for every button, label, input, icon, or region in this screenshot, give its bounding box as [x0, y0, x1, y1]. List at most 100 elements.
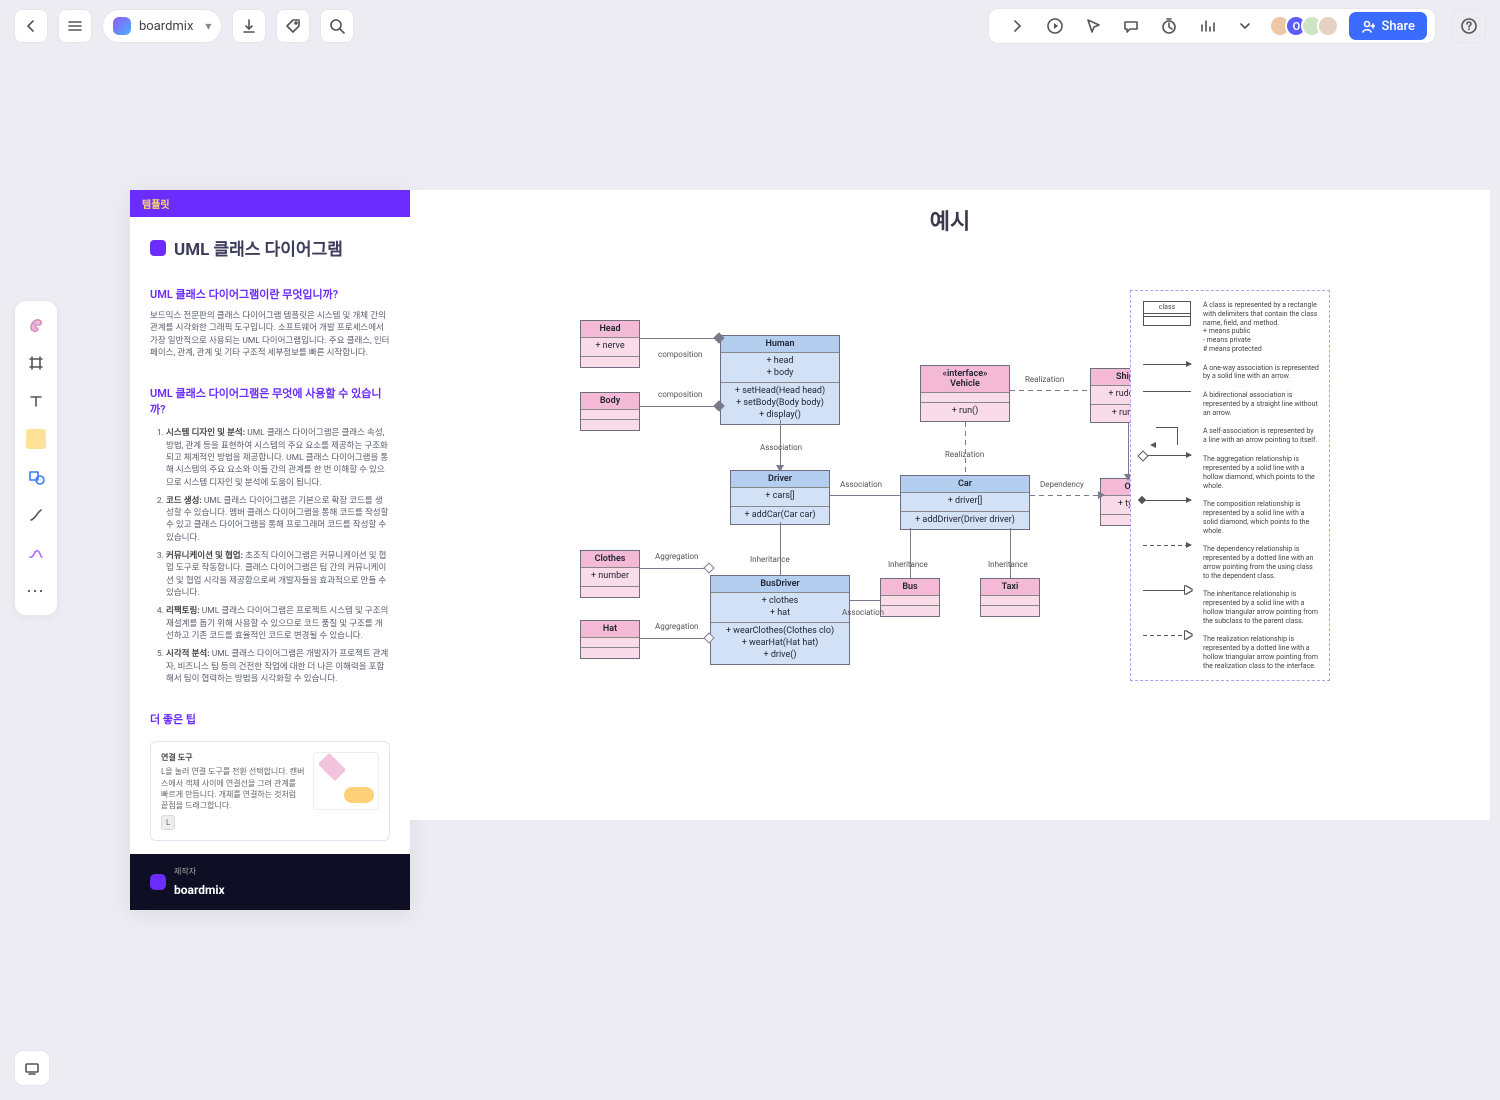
info-tip-box: 연결 도구 L을 눌러 연결 도구를 전환 선택합니다. 캔버스에서 객체 사이…	[150, 741, 390, 841]
connector[interactable]	[640, 568, 710, 569]
menu-button[interactable]	[58, 9, 92, 43]
timer-button[interactable]	[1155, 12, 1183, 40]
chevron-right-icon	[1008, 17, 1026, 35]
palette-icon	[27, 316, 45, 334]
label-aggregation2: Aggregation	[655, 622, 698, 631]
label-association1: Association	[760, 443, 802, 452]
timer-icon	[1160, 17, 1178, 35]
tip-key: L	[161, 815, 175, 830]
connector[interactable]	[830, 495, 900, 496]
help-button[interactable]	[1452, 9, 1486, 43]
back-button[interactable]	[14, 9, 48, 43]
connector-icon	[27, 506, 45, 524]
info-panel-title-row: UML 클래스 다이어그램	[150, 235, 390, 260]
share-button[interactable]: Share	[1349, 12, 1427, 40]
connector[interactable]	[640, 406, 720, 407]
canvas[interactable]: 템플릿 UML 클래스 다이어그램 UML 클래스 다이어그램이란 무엇입니까?…	[0, 0, 1500, 1100]
class-human[interactable]: Human + head + body + setHead(Head head)…	[720, 335, 840, 425]
cursor-button[interactable]	[1079, 12, 1107, 40]
left-toolbar: ⋯	[14, 300, 58, 616]
legend-aggregation-icon	[1143, 455, 1191, 456]
class-head[interactable]: Head + nerve	[580, 320, 640, 368]
class-driver[interactable]: Driver + cars[] + addCar(Car car)	[730, 470, 830, 525]
legend-self: A self-association is represented by a l…	[1203, 427, 1319, 445]
pages-button[interactable]	[14, 1050, 50, 1086]
expand-button[interactable]	[1003, 12, 1031, 40]
search-icon	[328, 17, 346, 35]
tag-button[interactable]	[276, 9, 310, 43]
file-chip[interactable]: boardmix ▾	[102, 9, 222, 43]
info-footer-label: 제작자	[174, 866, 225, 877]
search-button[interactable]	[320, 9, 354, 43]
chevron-down-icon: ▾	[205, 19, 211, 33]
tip-thumbnail-icon	[313, 752, 379, 810]
connector[interactable]	[640, 638, 710, 639]
tool-connector[interactable]	[20, 499, 52, 531]
tip-body: L을 눌러 연결 도구를 전환 선택합니다. 캔버스에서 객체 사이에 연결선을…	[161, 766, 305, 811]
legend-oneway: A one-way association is represented by …	[1203, 364, 1319, 382]
connector[interactable]	[1010, 528, 1011, 578]
more-top-button[interactable]	[1231, 12, 1259, 40]
play-button[interactable]	[1041, 12, 1069, 40]
chevron-down-icon	[1236, 17, 1254, 35]
info-panel-title: UML 클래스 다이어그램	[174, 235, 343, 260]
legend-inheritance-icon	[1143, 590, 1191, 591]
connector[interactable]	[1128, 422, 1129, 478]
label-dependency: Dependency	[1040, 480, 1084, 489]
legend-composition-icon	[1143, 500, 1191, 501]
tool-shape[interactable]	[20, 461, 52, 493]
class-body[interactable]: Body	[580, 392, 640, 431]
class-bus[interactable]: Bus	[880, 578, 940, 617]
legend-oneway-icon	[1143, 364, 1191, 365]
connector[interactable]	[910, 528, 911, 578]
label-realization1: Realization	[1025, 375, 1064, 384]
label-association3: Association	[842, 608, 884, 617]
info-tip-title: 더 좋은 팁	[150, 711, 390, 727]
avatar[interactable]	[1317, 15, 1339, 37]
info-panel-tag: 템플릿	[130, 190, 410, 217]
class-busdriver[interactable]: BusDriver + clothes + hat + wearClothes(…	[710, 575, 850, 665]
legend-class-icon: class	[1143, 301, 1191, 326]
connector[interactable]	[640, 338, 720, 339]
legend-bidir-icon	[1143, 391, 1191, 392]
connector[interactable]	[780, 522, 781, 575]
tool-shapes[interactable]	[20, 309, 52, 341]
connector-dashed[interactable]	[1010, 390, 1090, 391]
connector[interactable]	[850, 600, 880, 601]
download-button[interactable]	[232, 9, 266, 43]
tool-curve[interactable]	[20, 537, 52, 569]
info-footer: 제작자 boardmix	[130, 854, 410, 910]
presence-avatars[interactable]: O	[1269, 15, 1339, 37]
comment-button[interactable]	[1117, 12, 1145, 40]
info-q1-body: 보드믹스 전문판의 클래스 다이어그램 템플릿은 시스템 및 개체 간의 관계를…	[150, 310, 390, 359]
info-q1-title: UML 클래스 다이어그램이란 무엇입니까?	[150, 286, 390, 302]
tool-frame[interactable]	[20, 347, 52, 379]
comment-icon	[1122, 17, 1140, 35]
tool-more[interactable]: ⋯	[20, 575, 52, 607]
info-panel: 템플릿 UML 클래스 다이어그램 UML 클래스 다이어그램이란 무엇입니까?…	[130, 190, 410, 910]
class-clothes[interactable]: Clothes + number	[580, 550, 640, 598]
legend-comp: The composition relationship is represen…	[1203, 500, 1319, 535]
tool-sticky[interactable]	[26, 429, 46, 449]
share-label: Share	[1381, 19, 1415, 34]
legend-class-desc: A class is represented by a rectangle wi…	[1203, 301, 1319, 354]
curve-icon	[27, 544, 45, 562]
file-name: boardmix	[139, 19, 193, 34]
label-realization2: Realization	[945, 450, 984, 459]
class-taxi[interactable]: Taxi	[980, 578, 1040, 617]
legend-self-icon	[1156, 427, 1178, 445]
topbar: boardmix ▾ O Share	[0, 0, 1500, 52]
legend-card[interactable]: class A class is represented by a rectan…	[1130, 290, 1330, 681]
connector-dashed[interactable]	[1030, 495, 1100, 496]
legend-agg: The aggregation relationship is represen…	[1203, 455, 1319, 490]
tool-text[interactable]	[20, 385, 52, 417]
connector-dashed[interactable]	[965, 422, 966, 475]
info-footer-brand: boardmix	[174, 883, 225, 897]
class-vehicle[interactable]: «interface» Vehicle + run()	[920, 365, 1010, 422]
class-hat[interactable]: Hat	[580, 620, 640, 659]
chart-button[interactable]	[1193, 12, 1221, 40]
arrowhead-down-icon	[776, 465, 784, 472]
legend-inh: The inheritance relationship is represen…	[1203, 590, 1319, 625]
class-car[interactable]: Car + driver[] + addDriver(Driver driver…	[900, 475, 1030, 530]
help-icon	[1460, 17, 1478, 35]
